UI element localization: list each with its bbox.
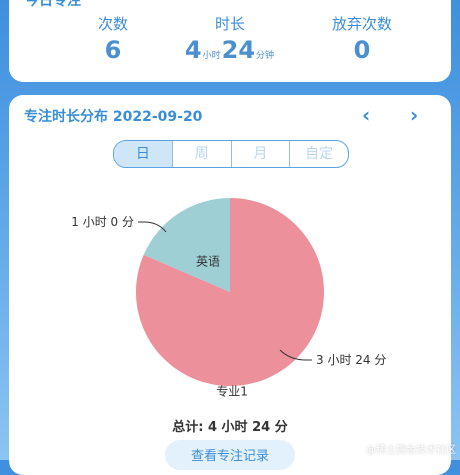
abandon-label: 放弃次数 bbox=[331, 15, 393, 33]
pie-value-label-1: 1 小时 0 分 bbox=[71, 215, 134, 229]
duration-label: 时长 bbox=[214, 15, 246, 33]
pie-slice-label-1: 英语 bbox=[196, 254, 220, 268]
abandon-value: 0 bbox=[353, 36, 371, 64]
duration-hours-unit: 小时 bbox=[202, 51, 221, 61]
total-duration: 总计: 4 小时 24 分 bbox=[172, 420, 288, 435]
today-stats-card: 今日专注 次数 6 时长 4小时24分钟 放弃次数 0 bbox=[9, 0, 451, 82]
watermark: @稀土掘金技术社区 bbox=[366, 445, 456, 456]
pie-chart: 专业1 3 小时 24 分 英语 1 小时 0 分 bbox=[71, 198, 386, 399]
count-label: 次数 bbox=[97, 15, 129, 33]
pie-value-label-0: 3 小时 24 分 bbox=[316, 353, 386, 367]
view-records-button[interactable]: 查看专注记录 bbox=[165, 440, 295, 470]
count-value: 6 bbox=[104, 36, 122, 64]
distribution-card: 专注时长分布 2022-09-20 ‹ › 日 周 月 自定 专业1 3 小时 2… bbox=[9, 95, 451, 475]
duration-hours: 4 bbox=[184, 36, 202, 64]
duration-value: 4小时24分钟 bbox=[185, 36, 275, 64]
duration-minutes: 24 bbox=[221, 36, 256, 64]
pie-slice-label-0: 专业1 bbox=[216, 384, 248, 399]
duration-minutes-unit: 分钟 bbox=[256, 51, 275, 61]
today-stats-title: 今日专注 bbox=[25, 0, 81, 9]
